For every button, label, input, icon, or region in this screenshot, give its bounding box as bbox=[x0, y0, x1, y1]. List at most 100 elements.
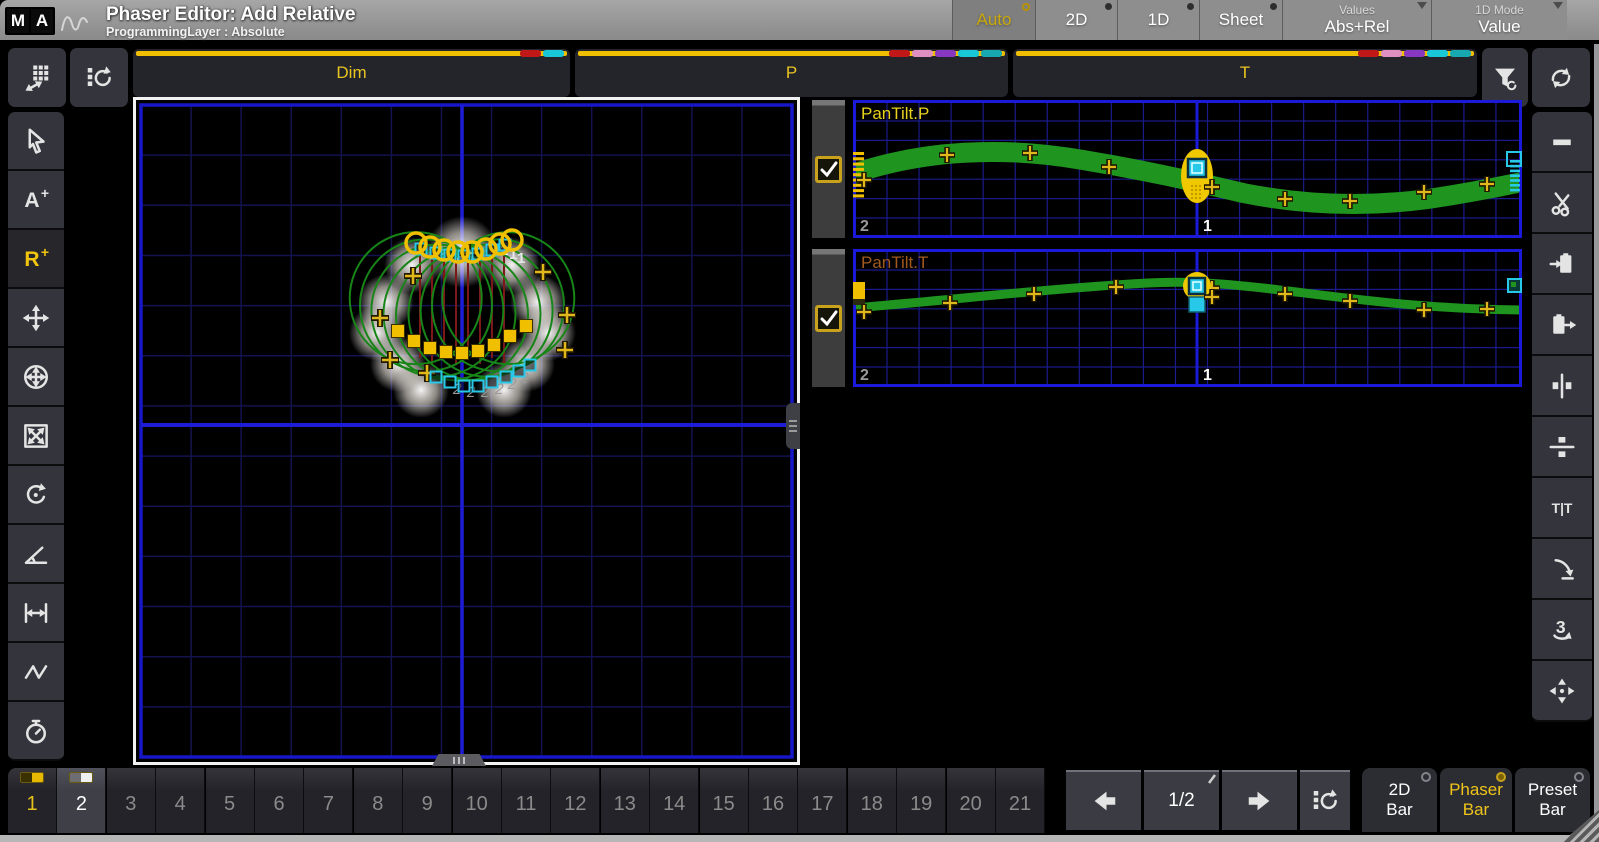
phaser-step-tab-15[interactable]: 15 bbox=[700, 768, 749, 833]
paste-after-tool-button[interactable] bbox=[1532, 295, 1592, 356]
move-circle-tool-button[interactable] bbox=[8, 348, 64, 407]
phaser-step-tab-7[interactable]: 7 bbox=[304, 768, 353, 833]
svg-text:2: 2 bbox=[860, 218, 869, 235]
phaser-step-tab-12[interactable]: 12 bbox=[551, 768, 600, 833]
dropdown-values[interactable]: ValuesAbs+Rel bbox=[1282, 0, 1431, 40]
graph-enable-checkbox[interactable] bbox=[815, 156, 842, 183]
attribute-bar-t[interactable]: T bbox=[1013, 49, 1477, 97]
page-prev-button[interactable] bbox=[1066, 770, 1141, 830]
phaser-step-tab-8[interactable]: 8 bbox=[354, 768, 403, 833]
page-next-button[interactable] bbox=[1222, 770, 1297, 830]
move-tool-button[interactable] bbox=[8, 289, 64, 348]
tab-indicator bbox=[69, 772, 93, 783]
attribute-bar-p[interactable]: P bbox=[575, 49, 1008, 97]
center-tool-button[interactable] bbox=[1532, 661, 1592, 722]
filter-icon bbox=[1490, 63, 1520, 93]
phaser-step-tab-18[interactable]: 18 bbox=[848, 768, 897, 833]
phaser-step-tab-4[interactable]: 4 bbox=[156, 768, 205, 833]
paste-after-icon bbox=[1547, 310, 1577, 340]
ma-logo: MA bbox=[5, 7, 55, 35]
phaser-step-tab-6[interactable]: 6 bbox=[255, 768, 304, 833]
phaser-step-tab-9[interactable]: 9 bbox=[403, 768, 452, 833]
dropdown-1d-mode[interactable]: 1D ModeValue bbox=[1431, 0, 1567, 40]
phaser-step-tab-1[interactable]: 1 bbox=[8, 768, 57, 833]
2d-bar-button[interactable]: 2DBar bbox=[1362, 768, 1437, 832]
mode-indicator-dot bbox=[1270, 3, 1277, 10]
attribute-bar-dim[interactable]: Dim bbox=[133, 49, 570, 97]
tab-number: 14 bbox=[663, 793, 685, 815]
tab-number: 1 bbox=[26, 793, 37, 815]
split-horizontal-tool-button[interactable] bbox=[1532, 417, 1592, 478]
flip-tool-button[interactable]: 3 bbox=[1532, 600, 1592, 661]
phaser-step-tab-17[interactable]: 17 bbox=[798, 768, 847, 833]
phaser-step-tab-14[interactable]: 14 bbox=[650, 768, 699, 833]
svg-text:1: 1 bbox=[1203, 367, 1212, 384]
attribute-bar-stripe bbox=[136, 51, 567, 56]
color-chip bbox=[981, 50, 1002, 57]
phaser-step-tab-16[interactable]: 16 bbox=[749, 768, 798, 833]
tab-number: 17 bbox=[811, 793, 833, 815]
slope-tool-button[interactable] bbox=[8, 643, 64, 702]
graph-enable-checkbox[interactable] bbox=[815, 305, 842, 332]
phaser-step-tab-21[interactable]: 21 bbox=[996, 768, 1045, 833]
phaser-step-tab-11[interactable]: 11 bbox=[502, 768, 551, 833]
paste-before-tool-button[interactable] bbox=[1532, 234, 1592, 295]
dropdown-value: Value bbox=[1478, 17, 1520, 36]
phaser-step-tab-10[interactable]: 10 bbox=[453, 768, 502, 833]
phaser-step-tab-13[interactable]: 13 bbox=[601, 768, 650, 833]
tab-number: 9 bbox=[422, 793, 433, 815]
phaser-step-tab-19[interactable]: 19 bbox=[897, 768, 946, 833]
split-vertical-tool-button[interactable] bbox=[1532, 356, 1592, 417]
reset-angle-tool-button[interactable] bbox=[1532, 539, 1592, 600]
view-mode-2d[interactable]: 2D bbox=[1035, 0, 1117, 40]
phaser-step-tab-5[interactable]: 5 bbox=[206, 768, 255, 833]
bar-indicator-dot bbox=[1574, 772, 1584, 782]
recalculate-button[interactable] bbox=[70, 48, 128, 107]
window-subtitle: ProgrammingLayer : Absolute bbox=[106, 25, 285, 39]
width-icon bbox=[21, 598, 51, 628]
bar-indicator-dot bbox=[1496, 772, 1506, 782]
color-chip bbox=[543, 50, 564, 57]
view-mode-1d[interactable]: 1D bbox=[1117, 0, 1199, 40]
view-mode-auto[interactable]: Auto bbox=[952, 0, 1035, 40]
phaser-step-tab-2[interactable]: 2 bbox=[57, 768, 106, 833]
color-chip bbox=[520, 50, 541, 57]
refresh-button[interactable] bbox=[1532, 48, 1590, 107]
pan-view-button[interactable] bbox=[8, 48, 66, 107]
phaser-bar-button[interactable]: PhaserBar bbox=[1440, 768, 1512, 832]
rotate-tool-button[interactable] bbox=[8, 466, 64, 525]
right-scrollbar[interactable] bbox=[1594, 44, 1599, 835]
width-tool-button[interactable] bbox=[8, 584, 64, 643]
add-absolute-tool-button[interactable]: A+ bbox=[8, 171, 64, 230]
phaser-step-tab-20[interactable]: 20 bbox=[947, 768, 996, 833]
graph-pantilt-p[interactable]: PanTilt.P21 bbox=[853, 100, 1522, 238]
add-relative-tool-button[interactable]: R+ bbox=[8, 230, 64, 289]
timing-tool-button[interactable] bbox=[8, 702, 64, 761]
cut-icon bbox=[1547, 188, 1577, 218]
scale-tool-button[interactable] bbox=[8, 407, 64, 466]
attribute-bar-chips bbox=[889, 50, 1002, 57]
panel-resize-handle-bottom[interactable] bbox=[432, 754, 486, 766]
phaser-2d-view[interactable]: 111222222 bbox=[133, 97, 800, 765]
add-relative-tool-icon: R+ bbox=[19, 244, 53, 274]
cut-tool-button[interactable] bbox=[1532, 173, 1592, 234]
phaser-editor-window: MA Phaser Editor: Add Relative Programmi… bbox=[0, 0, 1599, 842]
angle-tool-button[interactable] bbox=[8, 525, 64, 584]
window-bottom-edge bbox=[0, 835, 1599, 842]
split-h-icon bbox=[1547, 432, 1577, 462]
graph-pantilt-t[interactable]: PanTilt.T21 bbox=[853, 249, 1522, 387]
graph-title: PanTilt.P bbox=[861, 104, 929, 123]
ma-logo-letter: A bbox=[31, 9, 53, 33]
view-mode-sheet[interactable]: Sheet bbox=[1199, 0, 1282, 40]
mirror-tt-icon: T|T bbox=[1547, 493, 1577, 523]
page-indicator[interactable]: 1/2 bbox=[1144, 770, 1219, 830]
mirror-tool-button[interactable]: T|T bbox=[1532, 478, 1592, 539]
preset-bar-button[interactable]: PresetBar bbox=[1515, 768, 1590, 832]
panel-resize-handle-right[interactable] bbox=[786, 403, 800, 449]
select-tool-button[interactable] bbox=[8, 112, 64, 171]
merge-tool-button[interactable] bbox=[1532, 112, 1592, 173]
filter-button[interactable] bbox=[1482, 48, 1528, 107]
phaser-step-tab-3[interactable]: 3 bbox=[107, 768, 156, 833]
tab-number: 18 bbox=[861, 793, 883, 815]
recalculate-button-bottom[interactable] bbox=[1300, 770, 1350, 830]
